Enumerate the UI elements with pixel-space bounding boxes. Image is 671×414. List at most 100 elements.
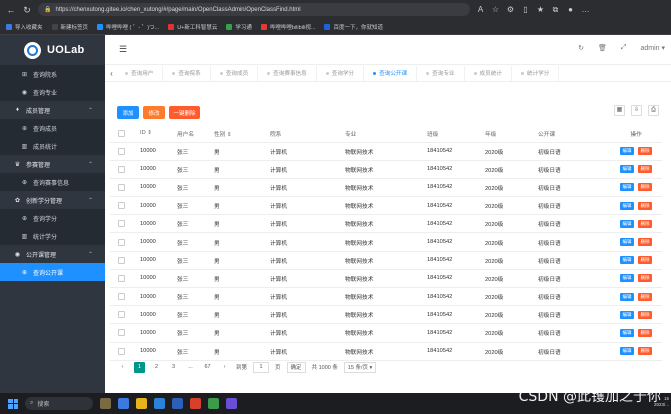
bookmark-item[interactable]: 导入收藏夹: [6, 23, 43, 31]
bookmark-item[interactable]: 百度一下，你就知道: [324, 23, 383, 31]
tab-item[interactable]: 查询用户: [116, 65, 164, 81]
tab-item[interactable]: 查询院系: [163, 65, 211, 81]
edit-row-button[interactable]: 编辑: [620, 328, 634, 337]
delete-row-button[interactable]: 删除: [638, 238, 652, 247]
tab-item[interactable]: 统计学分: [512, 65, 560, 81]
favorite-star-icon[interactable]: ☆: [491, 5, 500, 14]
edit-row-button[interactable]: 编辑: [620, 165, 634, 174]
profile-icon[interactable]: ●: [566, 5, 575, 14]
bookmark-item[interactable]: 哔哩哔哩bilibili视...: [260, 23, 315, 31]
reload-icon[interactable]: ↻: [22, 5, 32, 15]
export-icon[interactable]: ⇩: [631, 105, 642, 116]
sidebar-item[interactable]: ♦ 成员管理 ⌃: [0, 101, 105, 119]
row-checkbox[interactable]: [118, 274, 125, 282]
tab-item[interactable]: 查询学分: [317, 65, 365, 81]
word-icon[interactable]: [172, 398, 183, 409]
column-header[interactable]: [110, 125, 140, 143]
page-number[interactable]: 67: [202, 362, 213, 373]
page-number[interactable]: 1: [134, 361, 145, 373]
row-checkbox[interactable]: [118, 147, 125, 155]
prev-page-icon[interactable]: ‹: [117, 362, 128, 373]
sidebar-item[interactable]: ◉ 查询专业: [0, 83, 105, 101]
edit-row-button[interactable]: 编辑: [620, 201, 634, 210]
batch-delete-button[interactable]: 一键删除: [169, 106, 200, 119]
goto-confirm-button[interactable]: 确定: [286, 361, 306, 373]
row-checkbox[interactable]: [118, 311, 125, 319]
row-checkbox[interactable]: [118, 238, 125, 246]
menu-toggle-icon[interactable]: ☰: [119, 44, 127, 55]
sidebar-item[interactable]: ▥ 统计学分: [0, 227, 105, 245]
sidebar-item[interactable]: ♛ 参赛管理 ⌃: [0, 155, 105, 173]
delete-row-button[interactable]: 删除: [638, 274, 652, 283]
trash-icon[interactable]: 🗑: [598, 44, 607, 52]
delete-row-button[interactable]: 删除: [638, 183, 652, 192]
delete-row-button[interactable]: 删除: [638, 256, 652, 265]
app-icon[interactable]: [190, 398, 201, 409]
tab-item[interactable]: 查询赛事信息: [258, 65, 317, 81]
sidebar-item[interactable]: ⊕ 查询成员: [0, 119, 105, 137]
sidebar-item[interactable]: ✿ 创新学分管理 ⌃: [0, 191, 105, 209]
sidebar-item[interactable]: ◉ 公开课管理 ⌃: [0, 245, 105, 263]
delete-row-button[interactable]: 删除: [638, 147, 652, 156]
edit-row-button[interactable]: 编辑: [620, 292, 634, 301]
back-icon[interactable]: ←: [6, 5, 16, 15]
tab-scroll-left-icon[interactable]: ‹: [107, 69, 116, 78]
bookmark-item[interactable]: U+新工科智慧云: [168, 23, 217, 31]
delete-row-button[interactable]: 删除: [638, 310, 652, 319]
sidebar-item[interactable]: ⊕ 查询赛事信息: [0, 173, 105, 191]
delete-row-button[interactable]: 删除: [638, 201, 652, 210]
tab-item[interactable]: 查询专业: [417, 65, 465, 81]
address-bar[interactable]: 🔒 https://chenxutong.gitee.io/chen_xuton…: [38, 3, 470, 16]
delete-row-button[interactable]: 删除: [638, 219, 652, 228]
more-icon[interactable]: …: [581, 5, 590, 14]
refresh-icon[interactable]: ↻: [578, 44, 584, 52]
edit-row-button[interactable]: 编辑: [620, 183, 634, 192]
row-checkbox[interactable]: [118, 183, 125, 191]
page-number[interactable]: 2: [151, 362, 162, 373]
bookmark-item[interactable]: 哔哩哔哩 ( ゜- ゜)つ...: [97, 23, 159, 31]
edit-row-button[interactable]: 编辑: [620, 238, 634, 247]
row-checkbox[interactable]: [118, 329, 125, 337]
print-icon[interactable]: ⎙: [648, 105, 659, 116]
split-screen-icon[interactable]: ▯: [521, 5, 530, 14]
fullscreen-icon[interactable]: ⤢: [621, 44, 627, 52]
sidebar-item[interactable]: ⊞ 查询院系: [0, 65, 105, 83]
row-checkbox[interactable]: [118, 202, 125, 210]
page-number[interactable]: 3: [168, 362, 179, 373]
row-checkbox[interactable]: [118, 165, 125, 173]
widget-icon[interactable]: [100, 398, 111, 409]
windows-start-icon[interactable]: [8, 398, 18, 409]
app-icon-2[interactable]: [208, 398, 219, 409]
row-checkbox[interactable]: [118, 293, 125, 301]
edge-icon[interactable]: [154, 398, 165, 409]
columns-icon[interactable]: ▦: [614, 105, 625, 116]
delete-row-button[interactable]: 删除: [638, 292, 652, 301]
column-header[interactable]: 性别 ⇕: [214, 125, 270, 143]
page-size-select[interactable]: 15 条/页 ▾: [343, 361, 377, 373]
delete-row-button[interactable]: 删除: [638, 165, 652, 174]
file-explorer-icon[interactable]: [136, 398, 147, 409]
tab-item[interactable]: 查询成员: [211, 65, 259, 81]
goto-page-input[interactable]: 1: [253, 361, 270, 373]
collections-icon[interactable]: ⧉: [551, 5, 560, 14]
bookmark-item[interactable]: 学习通: [226, 23, 252, 31]
edit-row-button[interactable]: 编辑: [620, 256, 634, 265]
app-icon-3[interactable]: [226, 398, 237, 409]
column-header[interactable]: ID ⇕: [140, 125, 177, 143]
edit-row-button[interactable]: 编辑: [620, 310, 634, 319]
sidebar-item[interactable]: ▥ 成员统计: [0, 137, 105, 155]
favorites-icon[interactable]: ★: [536, 5, 545, 14]
user-menu[interactable]: admin ▾: [640, 44, 665, 52]
bookmark-item[interactable]: 新建标签页: [51, 23, 88, 31]
tab-item[interactable]: 查询公开课: [364, 65, 418, 81]
taskbar-search[interactable]: ⌕ 搜索: [25, 397, 93, 410]
task-view-icon[interactable]: [118, 398, 129, 409]
row-checkbox[interactable]: [118, 347, 125, 355]
delete-row-button[interactable]: 删除: [638, 328, 652, 337]
next-page-icon[interactable]: ›: [219, 362, 230, 373]
tab-item[interactable]: 成员统计: [465, 65, 512, 81]
edit-button[interactable]: 修改: [143, 106, 165, 119]
app-logo[interactable]: UOLab: [0, 35, 105, 65]
sidebar-item[interactable]: ⊕ 查询公开课: [0, 263, 105, 281]
edit-row-button[interactable]: 编辑: [620, 219, 634, 228]
